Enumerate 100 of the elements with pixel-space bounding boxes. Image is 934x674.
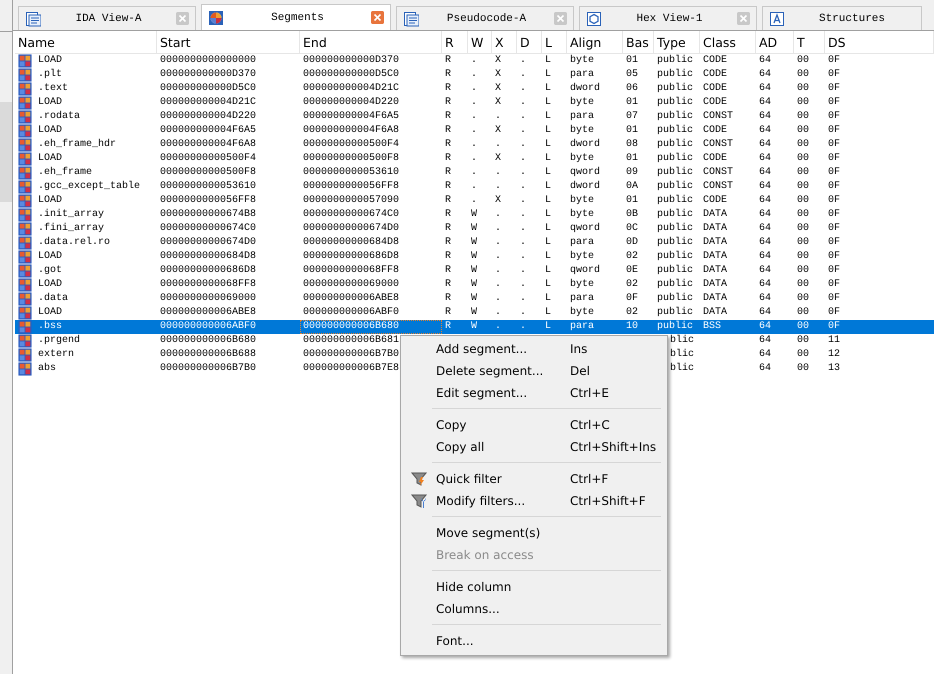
table-cell: 64 xyxy=(759,68,772,82)
table-cell: 00 xyxy=(797,292,810,306)
table-cell: L xyxy=(545,208,552,222)
table-cell: R xyxy=(445,96,452,110)
table-cell: 0F xyxy=(828,96,840,110)
table-cell: 0F xyxy=(828,152,840,166)
segment-name[interactable]: .prgend xyxy=(38,334,80,348)
table-cell: 12 xyxy=(828,348,840,362)
table-cell: W xyxy=(471,278,478,292)
segment-name[interactable]: extern xyxy=(38,348,74,362)
segment-name[interactable]: .fini_array xyxy=(38,222,104,236)
table-cell: . xyxy=(520,278,526,292)
segment-name[interactable]: .init_array xyxy=(38,208,104,222)
table-cell: byte xyxy=(570,124,594,138)
column-header[interactable]: X xyxy=(492,31,517,53)
column-header[interactable]: End xyxy=(300,31,442,53)
table-cell: 000000000004F6A8 xyxy=(303,124,400,138)
table-cell: public xyxy=(657,292,694,306)
column-header[interactable]: Align xyxy=(567,31,623,53)
menu-item[interactable]: Modify filters... Ctrl+Shift+F xyxy=(401,490,667,512)
table-cell: . xyxy=(495,306,502,320)
selected-row[interactable]: .bss 000000000006ABF0 000000000006B680 R W . . L para 10 public BSS 64 00 0F xyxy=(15,320,934,334)
segment-name[interactable]: LOAD xyxy=(38,278,62,292)
segment-name[interactable]: LOAD xyxy=(38,152,62,166)
table-cell: 00 xyxy=(797,180,810,194)
table-cell: W xyxy=(471,292,478,306)
doc-icon xyxy=(25,10,41,26)
tab[interactable]: Pseudocode-A xyxy=(396,6,574,30)
table-cell: dword xyxy=(570,180,600,194)
table-cell: 000000000004F6A8 xyxy=(160,138,256,152)
table-cell: L xyxy=(545,180,552,194)
close-icon[interactable] xyxy=(176,12,189,25)
menu-item[interactable]: Delete segment... Del xyxy=(401,360,667,382)
menu-item[interactable]: Add segment... Ins xyxy=(401,338,667,360)
segment-name[interactable]: LOAD xyxy=(38,124,62,138)
segment-name[interactable]: .gcc_except_table xyxy=(38,180,140,194)
doc-icon xyxy=(403,10,419,26)
menu-item[interactable]: Font... xyxy=(401,630,667,652)
table-cell: 00 xyxy=(797,306,810,320)
column-header[interactable]: W xyxy=(468,31,492,53)
menu-item[interactable]: Quick filter Ctrl+F xyxy=(401,468,667,490)
segment-name[interactable]: .bss xyxy=(38,320,62,334)
table-cell: 000000000004D220 xyxy=(160,110,256,124)
tab[interactable]: Hex View-1 xyxy=(579,6,757,30)
segment-icon xyxy=(18,138,32,152)
menu-item[interactable]: Move segment(s) xyxy=(401,522,667,544)
column-header[interactable]: Start xyxy=(157,31,300,53)
column-header[interactable]: Class xyxy=(700,31,756,53)
menu-item[interactable]: Hide column xyxy=(401,576,667,598)
tab[interactable]: IDA View-A xyxy=(18,6,196,30)
segment-name[interactable]: .data.rel.ro xyxy=(38,236,110,250)
table-cell: 64 xyxy=(759,194,772,208)
segment-name[interactable]: .eh_frame xyxy=(38,166,92,180)
segment-name[interactable]: LOAD xyxy=(38,194,62,208)
tab[interactable]: Structures xyxy=(762,6,922,30)
table-cell: 000000000004D21C xyxy=(160,96,256,110)
segment-name[interactable]: LOAD xyxy=(38,96,62,110)
column-header[interactable]: Type xyxy=(654,31,700,53)
menu-item[interactable]: Columns... xyxy=(401,598,667,620)
table-cell: . xyxy=(520,180,526,194)
menu-item[interactable]: Copy all Ctrl+Shift+Ins xyxy=(401,436,667,458)
menu-item[interactable]: Edit segment... Ctrl+E xyxy=(401,382,667,404)
column-header[interactable]: L xyxy=(542,31,567,53)
column-header[interactable]: DS xyxy=(825,31,934,53)
column-header[interactable]: AD xyxy=(756,31,794,53)
column-header[interactable]: D xyxy=(517,31,542,53)
segment-name[interactable]: .eh_frame_hdr xyxy=(38,138,116,152)
close-icon[interactable] xyxy=(554,12,567,25)
segment-name[interactable]: LOAD xyxy=(38,54,62,68)
column-header[interactable]: R xyxy=(442,31,468,53)
segment-name[interactable]: .rodata xyxy=(38,110,80,124)
column-header[interactable]: Bas xyxy=(623,31,654,53)
table-cell: 13 xyxy=(828,362,840,376)
table-cell: L xyxy=(545,264,552,278)
table-cell: . xyxy=(471,96,478,110)
scroll-thumb[interactable] xyxy=(0,102,12,202)
segment-name[interactable]: .plt xyxy=(38,68,62,82)
menu-item[interactable]: Copy Ctrl+C xyxy=(401,414,667,436)
close-icon[interactable] xyxy=(737,12,750,25)
table-cell: 00 xyxy=(797,334,810,348)
table-cell: . xyxy=(495,166,502,180)
table-cell: 01 xyxy=(626,152,638,166)
table-cell: 00 xyxy=(797,348,810,362)
table-cell: public xyxy=(657,166,694,180)
segment-name[interactable]: abs xyxy=(38,362,56,376)
segment-name[interactable]: LOAD xyxy=(38,250,62,264)
segment-name[interactable]: .got xyxy=(38,264,62,278)
table-cell: 00 xyxy=(797,138,810,152)
segment-name[interactable]: .data xyxy=(38,292,68,306)
table-cell: 0F xyxy=(828,180,840,194)
column-header[interactable]: Name xyxy=(15,31,157,53)
table-cell: 000000000006B688 xyxy=(160,348,256,362)
table-cell: 00 xyxy=(797,166,810,180)
column-header[interactable]: T xyxy=(794,31,825,53)
segment-name[interactable]: .text xyxy=(38,82,68,96)
tab[interactable]: Segments xyxy=(201,4,391,30)
table-cell: X xyxy=(495,194,502,208)
close-icon[interactable] xyxy=(371,11,384,24)
segment-name[interactable]: LOAD xyxy=(38,306,62,320)
table-cell: 00000000000686D8 xyxy=(160,264,256,278)
